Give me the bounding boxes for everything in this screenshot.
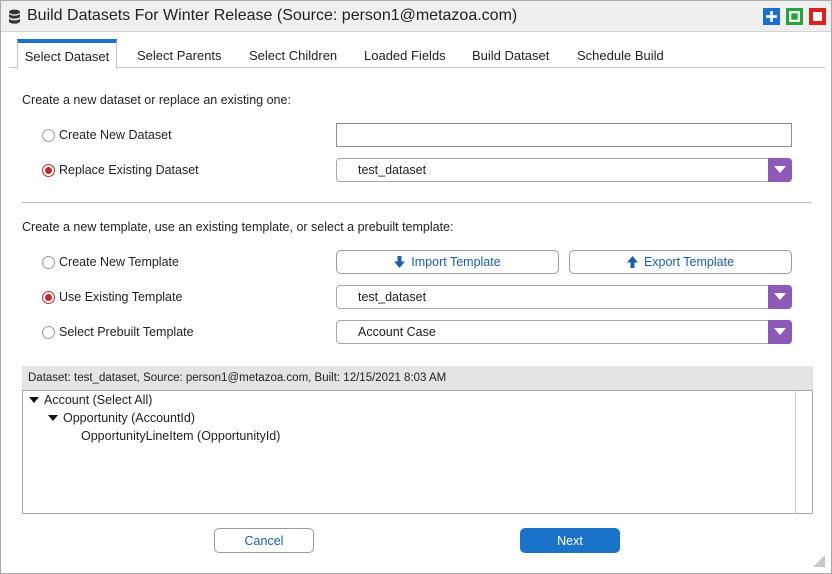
create-new-template-radio[interactable] [42,255,55,269]
tree-node[interactable]: Account (Select All) [29,392,152,408]
tree-node-label: Account (Select All) [44,393,153,407]
create-new-dataset-radio[interactable] [42,128,55,142]
cancel-button[interactable]: Cancel [214,528,314,553]
select-prebuilt-template-option[interactable]: Select Prebuilt Template [42,324,194,340]
tree-node[interactable]: Opportunity (AccountId) [48,410,195,426]
resize-grip-icon[interactable] [813,555,825,567]
tree-node-label: OpportunityLineItem (OpportunityId) [81,429,281,443]
tab-bar: Select Dataset Select Parents Select Chi… [17,39,817,69]
caret-down-icon[interactable] [29,396,39,404]
tab-select-children[interactable]: Select Children [249,39,337,68]
tab-loaded-fields[interactable]: Loaded Fields [364,39,446,68]
create-new-dataset-option[interactable]: Create New Dataset [42,127,172,143]
existing-dataset-select[interactable]: test_dataset [336,158,792,182]
export-template-button[interactable]: Export Template [569,250,792,274]
template-section-heading: Create a new template, use an existing t… [22,220,454,234]
use-existing-template-label: Use Existing Template [59,290,183,304]
vertical-scrollbar[interactable] [795,391,812,513]
tab-select-parents[interactable]: Select Parents [137,39,222,68]
caret-down-icon[interactable] [48,414,58,422]
close-icon [813,12,822,21]
tree-node[interactable]: OpportunityLineItem (OpportunityId) [81,428,280,444]
new-dataset-name-input[interactable] [336,123,792,147]
create-new-template-label: Create New Template [59,255,179,269]
replace-existing-dataset-option[interactable]: Replace Existing Dataset [42,162,199,178]
dataset-section-heading: Create a new dataset or replace an exist… [22,93,291,107]
existing-template-select[interactable]: test_dataset [336,285,792,309]
window-title: Build Datasets For Winter Release (Sourc… [27,7,518,24]
export-template-label: Export Template [643,255,735,269]
prebuilt-template-value: Account Case [358,325,436,339]
section-divider [22,202,812,203]
tab-select-dataset[interactable]: Select Dataset [17,39,117,69]
maximize-button[interactable] [763,8,780,25]
close-button[interactable] [809,8,826,25]
dropdown-button[interactable] [768,320,792,344]
dropdown-button[interactable] [768,285,792,309]
tree-node-label: Opportunity (AccountId) [63,411,196,425]
title-bar[interactable]: Build Datasets For Winter Release (Sourc… [1,1,831,32]
restore-icon [789,11,800,22]
chevron-down-icon [774,166,786,173]
arrow-down-icon [394,256,406,268]
tab-build-dataset[interactable]: Build Dataset [472,39,549,68]
use-existing-template-option[interactable]: Use Existing Template [42,289,182,305]
select-prebuilt-template-radio[interactable] [42,325,55,339]
prebuilt-template-select[interactable]: Account Case [336,320,792,344]
dialog-window: Build Datasets For Winter Release (Sourc… [0,0,832,574]
tab-schedule-build[interactable]: Schedule Build [577,39,664,68]
database-icon [9,9,20,24]
create-new-template-option[interactable]: Create New Template [42,254,179,270]
existing-template-value: test_dataset [358,290,427,304]
chevron-down-icon [774,293,786,300]
arrow-up-icon [626,256,638,268]
object-tree[interactable]: Account (Select All) Opportunity (Accoun… [22,390,813,514]
use-existing-template-radio[interactable] [42,290,55,304]
chevron-down-icon [774,328,786,335]
import-template-button[interactable]: Import Template [336,250,559,274]
maximize-icon [766,11,777,22]
existing-dataset-value: test_dataset [358,163,427,177]
dataset-info-bar: Dataset: test_dataset, Source: person1@m… [22,366,813,390]
restore-button[interactable] [786,8,803,25]
import-template-label: Import Template [411,255,501,269]
replace-existing-dataset-radio[interactable] [42,163,55,177]
replace-existing-dataset-label: Replace Existing Dataset [59,163,199,177]
tab-underline [9,67,825,68]
next-button[interactable]: Next [520,528,620,553]
select-prebuilt-template-label: Select Prebuilt Template [59,325,194,339]
dropdown-button[interactable] [768,158,792,182]
create-new-dataset-label: Create New Dataset [59,128,172,142]
